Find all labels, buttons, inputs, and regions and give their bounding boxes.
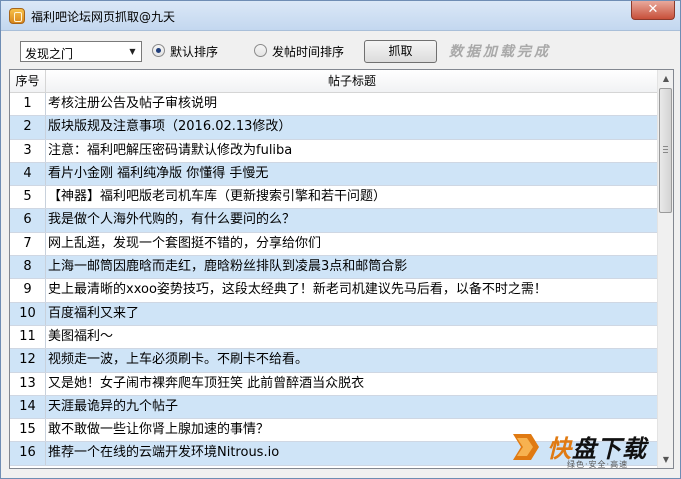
post-title[interactable]: 网上乱逛，发现一个套图挺不错的，分享给你们 [46,233,658,255]
table-row[interactable]: 12 视频走一波，上车必须刷卡。不刷卡不给看。 [10,349,658,373]
table-row[interactable]: 5 【神器】福利吧版老司机车库（更新搜索引擎和若干问题） [10,186,658,210]
sort-default-label: 默认排序 [170,45,219,59]
app-window: 福利吧论坛网页抓取@九天 ✕ 发现之门 ▼ 默认排序 发帖时间排序 抓取 数据加… [0,0,681,479]
post-title[interactable]: 版块版规及注意事项（2016.02.13修改） [46,116,658,138]
row-number: 8 [10,256,46,279]
row-number: 12 [10,349,46,372]
post-title[interactable]: 百度福利又来了 [46,303,658,325]
toolbar: 发现之门 ▼ 默认排序 发帖时间排序 抓取 数据加载完成 [1,31,680,69]
grip-line [663,146,668,147]
post-title[interactable]: 又是她！女子闹市裸奔爬车顶狂笑 此前曾醉酒当众脱衣 [46,373,658,395]
grip-line [663,149,668,150]
table-row[interactable]: 1 考核注册公告及帖子审核说明 [10,93,658,117]
sort-time-label: 发帖时间排序 [272,45,345,59]
row-number: 14 [10,395,46,419]
sort-default-radio[interactable]: 默认排序 [152,43,252,59]
row-number: 5 [10,186,46,209]
post-title[interactable]: 【神器】福利吧版老司机车库（更新搜索引擎和若干问题） [46,186,658,208]
watermark-slogan: 绿色·安全·高速 [567,460,629,469]
row-number: 3 [10,139,46,162]
row-number: 7 [10,232,46,256]
post-title[interactable]: 考核注册公告及帖子审核说明 [46,93,658,115]
watermark: 快盘下载 绿色·安全·高速 [509,426,679,476]
table-row[interactable]: 7 网上乱逛，发现一个套图挺不错的，分享给你们 [10,232,658,257]
table-body: 1 考核注册公告及帖子审核说明 2 版块版规及注意事项（2016.02.13修改） 3 注… [10,93,658,466]
post-title[interactable]: 史上最清晰的xxoo姿势技巧，这段太经典了！新老司机建议先马后看，以备不时之需！ [46,279,658,301]
post-title[interactable]: 看片小金刚 福利纯净版 你懂得 手慢无 [46,163,658,185]
column-header-title[interactable]: 帖子标题 [46,70,658,92]
row-number: 10 [10,302,46,325]
table-row[interactable]: 2 版块版规及注意事项（2016.02.13修改） [10,116,658,140]
sort-time-radio[interactable]: 发帖时间排序 [254,43,354,59]
scrollbar-thumb[interactable] [659,88,672,213]
row-number: 6 [10,209,46,232]
table-row[interactable]: 13 又是她！女子闹市裸奔爬车顶狂笑 此前曾醉酒当众脱衣 [10,372,658,396]
grab-button[interactable]: 抓取 [364,40,437,63]
row-number: 4 [10,162,46,186]
row-number: 13 [10,372,46,395]
table-row[interactable]: 9 史上最清晰的xxoo姿势技巧，这段太经典了！新老司机建议先马后看，以备不时之需… [10,279,658,303]
close-button[interactable]: ✕ [631,1,675,20]
forum-select[interactable]: 发现之门 ▼ [20,41,142,62]
post-table: 序号 帖子标题 1 考核注册公告及帖子审核说明 2 版块版规及注意事项（2016.02… [9,69,674,469]
row-number: 11 [10,325,46,349]
row-number: 2 [10,116,46,139]
forum-select-value: 发现之门 [25,47,74,61]
vertical-scrollbar[interactable]: ▲ ▼ [657,70,673,468]
app-icon [9,8,25,24]
status-text: 数据加载完成 [449,44,551,60]
post-title[interactable]: 美图福利～ [46,326,658,348]
radio-unchecked-icon [254,44,267,57]
table-header: 序号 帖子标题 [10,70,658,93]
title-bar[interactable]: 福利吧论坛网页抓取@九天 ✕ [1,1,680,31]
chevron-down-icon: ▼ [129,47,136,56]
row-number: 9 [10,279,46,302]
column-header-number[interactable]: 序号 [10,70,46,92]
window-title: 福利吧论坛网页抓取@九天 [31,10,176,24]
row-number: 1 [10,93,46,116]
row-number: 15 [10,419,46,442]
post-title[interactable]: 注意：福利吧解压密码请默认修改为fuliba [46,140,658,162]
table-row[interactable]: 10 百度福利又来了 [10,302,658,326]
table-row[interactable]: 11 美图福利～ [10,325,658,350]
row-number: 16 [10,442,46,465]
post-title[interactable]: 上海一邮筒因鹿晗而走红，鹿晗粉丝排队到凌晨3点和邮筒合影 [46,256,658,278]
table-row[interactable]: 3 注意：福利吧解压密码请默认修改为fuliba [10,139,658,163]
table-row[interactable]: 8 上海一邮筒因鹿晗而走红，鹿晗粉丝排队到凌晨3点和邮筒合影 [10,256,658,280]
post-title[interactable]: 我是做个人海外代购的，有什么要问的么？ [46,209,658,231]
scroll-up-icon[interactable]: ▲ [658,70,673,87]
grip-line [663,152,668,153]
post-title[interactable]: 视频走一波，上车必须刷卡。不刷卡不给看。 [46,349,658,371]
table-row[interactable]: 6 我是做个人海外代购的，有什么要问的么？ [10,209,658,233]
table-row[interactable]: 4 看片小金刚 福利纯净版 你懂得 手慢无 [10,162,658,187]
download-logo-icon [513,434,539,460]
radio-checked-icon [152,44,165,57]
table-row[interactable]: 14 天涯最诡异的九个帖子 [10,395,658,420]
post-title[interactable]: 天涯最诡异的九个帖子 [46,396,658,418]
